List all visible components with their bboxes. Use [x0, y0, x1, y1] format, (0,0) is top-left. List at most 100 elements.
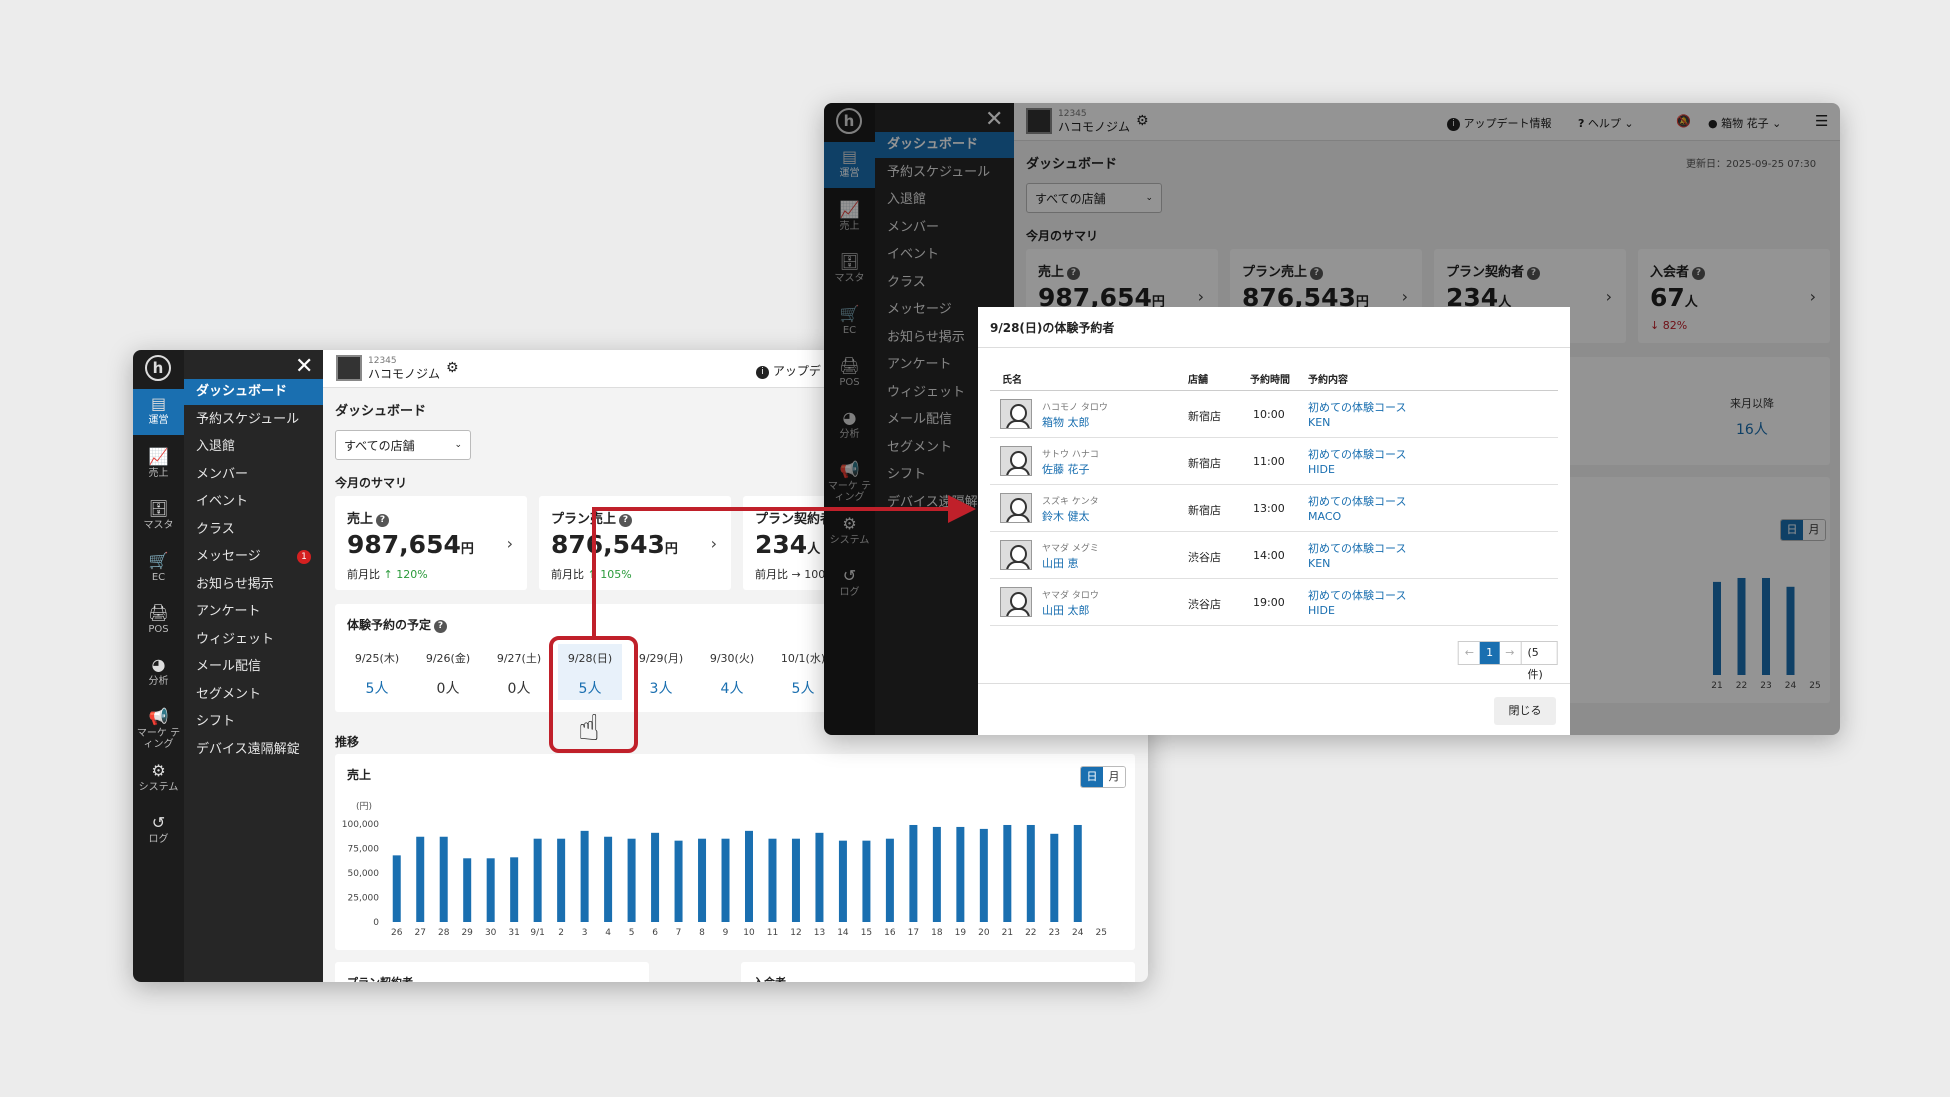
chart-bar[interactable] [932, 826, 941, 922]
time-cell: 11:00 [1253, 455, 1285, 468]
trial-day-count: 5人 [365, 681, 389, 697]
trial-day-date: 9/29(月) [638, 652, 684, 665]
x-tick-label: 12 [790, 928, 801, 938]
table-row[interactable]: サトウ ハナコ 佐藤 花子 新宿店 11:00 初めての体験コース HIDE [990, 438, 1558, 485]
store-cell: 渋谷店 [1188, 551, 1221, 564]
y-tick-label: 50,000 [348, 869, 380, 879]
table-header: 氏名 店舗 予約時間 予約内容 [990, 367, 1558, 391]
course-cell[interactable]: 初めての体験コース HIDE [1308, 447, 1406, 477]
new-members-card: 入会者 [741, 962, 1135, 982]
chart-bar[interactable] [768, 838, 777, 922]
member-name-link[interactable]: 佐藤 花子 [1042, 461, 1090, 477]
trial-day-5[interactable]: 9/30(火) 4人 [700, 650, 764, 698]
member-name-link[interactable]: 箱物 太郎 [1042, 414, 1090, 430]
chart-bar[interactable] [674, 840, 683, 922]
member-name-link[interactable]: 鈴木 健太 [1042, 508, 1090, 524]
table-row[interactable]: ハコモノ タロウ 箱物 太郎 新宿店 10:00 初めての体験コース KEN [990, 391, 1558, 438]
chart-bar[interactable] [1073, 824, 1082, 922]
kana-name: サトウ ハナコ [1042, 450, 1099, 460]
chart-bar[interactable] [1003, 824, 1012, 922]
chart-bar[interactable] [463, 858, 472, 922]
chart-bar[interactable] [1050, 833, 1059, 922]
x-tick-label: 9/1 [530, 928, 544, 938]
chart-bar[interactable] [721, 838, 730, 922]
chart-bar[interactable] [439, 836, 448, 922]
page-1-button[interactable]: 1 [1479, 642, 1500, 664]
table-row[interactable]: スズキ ケンタ 鈴木 健太 新宿店 13:00 初めての体験コース MACO [990, 485, 1558, 532]
chart-bar[interactable] [745, 830, 753, 922]
chart-bar[interactable] [885, 838, 894, 922]
trial-day-4[interactable]: 9/29(月) 3人 [629, 650, 693, 698]
close-button[interactable]: 閉じる [1494, 697, 1556, 725]
x-tick-label: 18 [931, 928, 943, 938]
chart-bar[interactable] [1026, 824, 1035, 922]
chart-bar[interactable] [486, 858, 495, 922]
x-tick-label: 19 [955, 928, 967, 938]
chart-bar[interactable] [862, 840, 871, 922]
time-cell: 13:00 [1253, 502, 1285, 515]
chart-bar[interactable] [909, 824, 918, 922]
pagination: ← 1 → (5件) [1457, 641, 1558, 681]
x-tick-label: 20 [978, 928, 990, 938]
prev-page-icon[interactable]: ← [1459, 642, 1480, 664]
chart-bar[interactable] [416, 836, 425, 922]
kana-name: スズキ ケンタ [1042, 497, 1099, 507]
trial-day-date: 9/27(土) [496, 652, 542, 665]
course-cell[interactable]: 初めての体験コース KEN [1308, 400, 1406, 430]
kana-name: ハコモノ タロウ [1042, 403, 1108, 413]
x-tick-label: 9 [723, 928, 729, 938]
y-tick-label: 25,000 [348, 894, 380, 904]
modal-divider [978, 347, 1570, 348]
chart-bar[interactable] [580, 830, 589, 922]
trial-day-date: 9/30(火) [709, 652, 755, 665]
y-tick-label: 100,000 [342, 820, 379, 830]
chart-bar[interactable] [627, 838, 636, 922]
x-tick-label: 15 [861, 928, 872, 938]
chart-bar[interactable] [533, 838, 542, 922]
total-count: (5件) [1520, 642, 1557, 681]
y-tick-label: 0 [373, 918, 379, 928]
chart-bar[interactable] [557, 838, 566, 922]
x-tick-label: 14 [837, 928, 849, 938]
x-tick-label: 24 [1072, 928, 1084, 938]
chart-bar[interactable] [698, 838, 707, 922]
avatar-icon [1000, 399, 1032, 429]
modal-title: 9/28(日)の体験予約者 [990, 321, 1115, 335]
course-cell[interactable]: 初めての体験コース KEN [1308, 541, 1406, 571]
time-cell: 10:00 [1253, 408, 1285, 421]
chart-bar[interactable] [510, 857, 519, 922]
next-page-icon[interactable]: → [1499, 642, 1520, 664]
x-tick-label: 28 [438, 928, 450, 938]
course-cell[interactable]: 初めての体験コース HIDE [1308, 588, 1406, 618]
x-tick-label: 29 [461, 928, 473, 938]
avatar-icon [1000, 540, 1032, 570]
chart-bar[interactable] [979, 828, 988, 922]
chart-bar[interactable] [838, 840, 847, 922]
x-tick-label: 21 [1002, 928, 1013, 938]
member-name-link[interactable]: 山田 恵 [1042, 555, 1079, 571]
time-cell: 14:00 [1253, 549, 1285, 562]
modal-divider-bottom [978, 683, 1570, 684]
member-name-link[interactable]: 山田 太郎 [1042, 602, 1090, 618]
trial-day-count: 0人 [436, 681, 460, 697]
trial-day-3[interactable]: 9/28(日) 5人 [558, 644, 622, 700]
trial-day-2[interactable]: 9/27(土) 0人 [487, 650, 551, 698]
avatar-icon [1000, 446, 1032, 476]
table-row[interactable]: ヤマダ タロウ 山田 太郎 渋谷店 19:00 初めての体験コース HIDE [990, 579, 1558, 626]
course-cell[interactable]: 初めての体験コース MACO [1308, 494, 1406, 524]
chart-bar[interactable] [392, 855, 401, 922]
chart-bar[interactable] [791, 838, 800, 922]
chart-bar[interactable] [651, 832, 660, 922]
trial-day-1[interactable]: 9/26(金) 0人 [416, 650, 480, 698]
table-row[interactable]: ヤマダ メグミ 山田 恵 渋谷店 14:00 初めての体験コース KEN [990, 532, 1558, 579]
x-tick-label: 22 [1025, 928, 1036, 938]
chart-bar[interactable] [604, 836, 613, 922]
x-tick-label: 25 [1096, 928, 1107, 938]
trial-day-0[interactable]: 9/25(木) 5人 [345, 650, 409, 698]
avatar-icon [1000, 493, 1032, 523]
store-cell: 新宿店 [1188, 504, 1221, 517]
chart-bar[interactable] [815, 832, 824, 922]
trial-day-date: 9/28(日) [567, 652, 613, 665]
x-tick-label: 2 [558, 928, 564, 938]
chart-bar[interactable] [956, 826, 965, 922]
